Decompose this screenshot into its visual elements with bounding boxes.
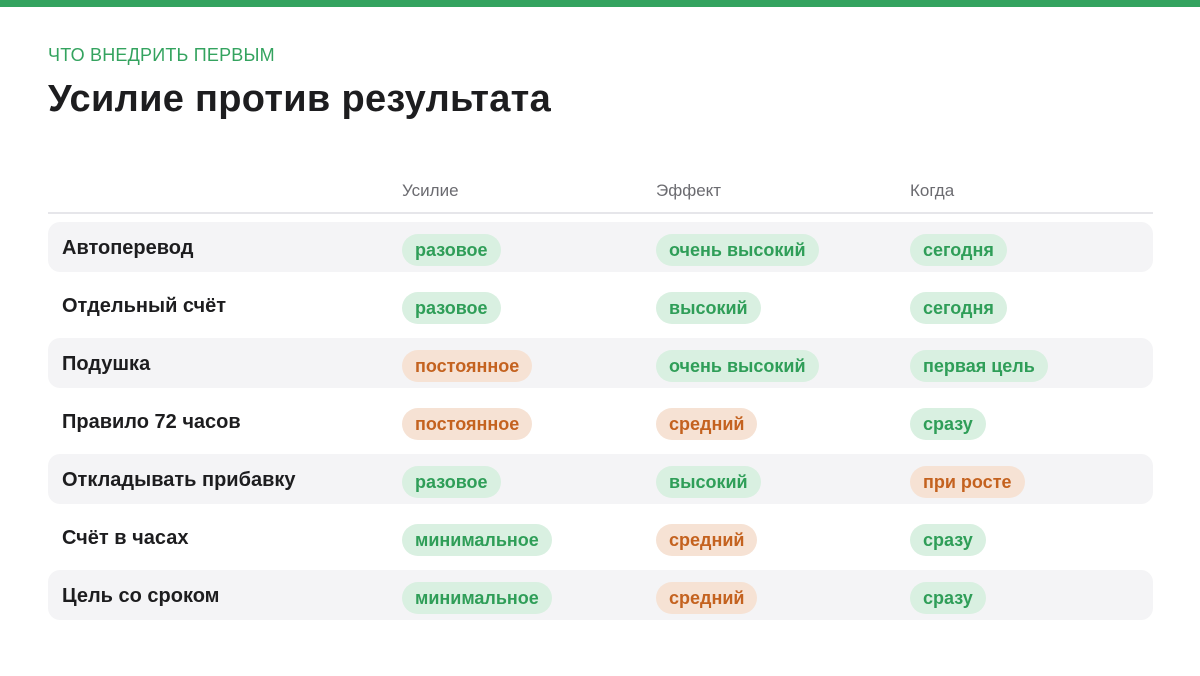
row-label: Правило 72 часов — [62, 411, 241, 433]
effect-pill: средний — [656, 524, 758, 556]
table-body: Автоперевод разовое очень высокий сегодня От… — [48, 222, 1153, 620]
effort-pill: минимальное — [402, 582, 552, 614]
table-row: Правило 72 часов постоянное средний сразу — [48, 396, 1153, 446]
when-pill: сегодня — [910, 234, 1007, 266]
accent-top-bar — [0, 0, 1200, 7]
effort-pill: разовое — [402, 234, 501, 266]
effect-cell: высокий — [656, 466, 761, 498]
table-row: Отдельный счёт разовое высокий сегодня — [48, 280, 1153, 330]
page-title: Усилие против результата — [48, 78, 552, 120]
effect-pill: средний — [656, 582, 758, 614]
when-pill: первая цель — [910, 350, 1048, 382]
effort-pill: постоянное — [402, 350, 533, 382]
effort-cell: минимальное — [402, 582, 552, 614]
effort-cell: постоянное — [402, 350, 533, 382]
effort-cell: разовое — [402, 292, 501, 324]
effect-cell: высокий — [656, 292, 761, 324]
table-row: Подушка постоянное очень высокий первая цел… — [48, 338, 1153, 388]
effort-pill: разовое — [402, 292, 501, 324]
table-row: Счёт в часах минимальное средний сразу — [48, 512, 1153, 562]
effort-pill: минимальное — [402, 524, 552, 556]
effect-pill: очень высокий — [656, 234, 819, 266]
effort-cell: разовое — [402, 234, 501, 266]
row-label: Счёт в часах — [62, 527, 189, 549]
row-label: Подушка — [62, 353, 151, 375]
effort-cell: постоянное — [402, 408, 533, 440]
effect-pill: высокий — [656, 292, 761, 324]
effort-pill: разовое — [402, 466, 501, 498]
effort-cell: разовое — [402, 466, 501, 498]
when-pill: при росте — [910, 466, 1025, 498]
eyebrow-label: ЧТО ВНЕДРИТЬ ПЕРВЫМ — [48, 45, 275, 65]
when-pill: сразу — [910, 582, 986, 614]
effort-pill: постоянное — [402, 408, 533, 440]
when-pill: сразу — [910, 524, 986, 556]
when-cell: сегодня — [910, 234, 1007, 266]
effect-cell: средний — [656, 582, 758, 614]
effect-cell: очень высокий — [656, 350, 819, 382]
table-row: Автоперевод разовое очень высокий сегодня — [48, 222, 1153, 272]
effect-pill: очень высокий — [656, 350, 819, 382]
when-cell: сразу — [910, 408, 986, 440]
row-label: Откладывать прибавку — [62, 469, 296, 491]
effort-cell: минимальное — [402, 524, 552, 556]
when-cell: сегодня — [910, 292, 1007, 324]
effect-cell: очень высокий — [656, 234, 819, 266]
when-pill: сразу — [910, 408, 986, 440]
column-header-when: Когда — [910, 181, 955, 200]
table-row: Цель со сроком минимальное средний сразу — [48, 570, 1153, 620]
when-cell: первая цель — [910, 350, 1048, 382]
effect-cell: средний — [656, 524, 758, 556]
row-label: Отдельный счёт — [62, 295, 227, 317]
when-pill: сегодня — [910, 292, 1007, 324]
effect-pill: высокий — [656, 466, 761, 498]
comparison-table: Усилие Эффект Когда Автоперевод разовое оч… — [48, 170, 1153, 628]
row-label: Цель со сроком — [62, 585, 220, 607]
when-cell: сразу — [910, 582, 986, 614]
effect-pill: средний — [656, 408, 758, 440]
slide: ЧТО ВНЕДРИТЬ ПЕРВЫМ Усилие против резуль… — [0, 0, 1200, 676]
table-header: Усилие Эффект Когда — [48, 170, 1153, 214]
effect-cell: средний — [656, 408, 758, 440]
column-header-effort: Усилие — [402, 181, 459, 200]
when-cell: при росте — [910, 466, 1025, 498]
row-label: Автоперевод — [62, 237, 194, 259]
when-cell: сразу — [910, 524, 986, 556]
column-header-effect: Эффект — [656, 181, 722, 200]
table-row: Откладывать прибавку разовое высокий при ро… — [48, 454, 1153, 504]
